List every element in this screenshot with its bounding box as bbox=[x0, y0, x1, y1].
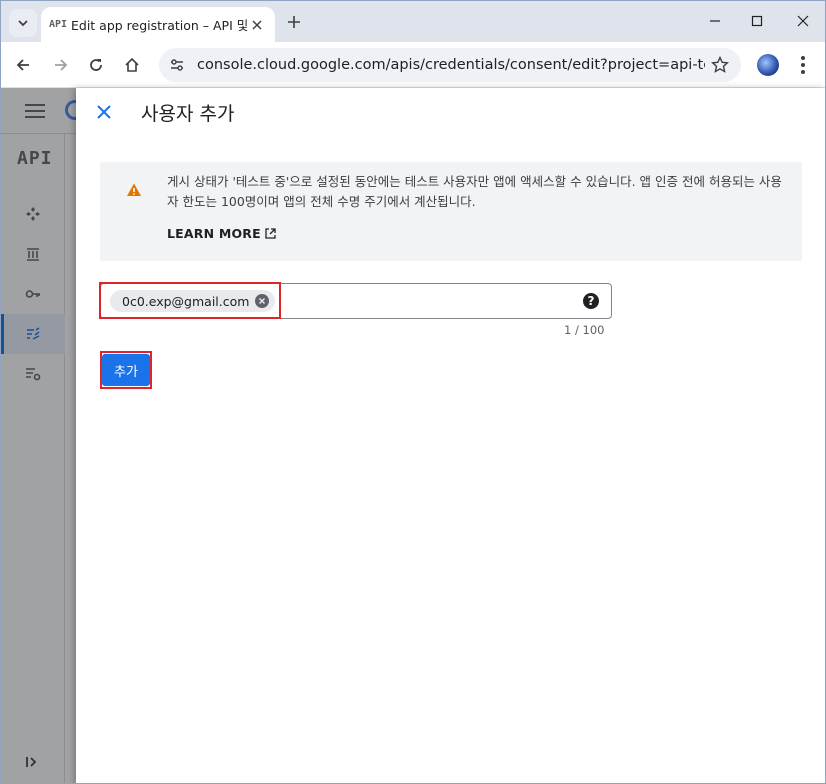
user-counter: 1 / 100 bbox=[564, 323, 605, 337]
tab-title: Edit app registration – API 및 bbox=[71, 18, 249, 33]
panel-title: 사용자 추가 bbox=[141, 103, 235, 125]
home-button[interactable] bbox=[120, 53, 144, 77]
warning-icon bbox=[127, 183, 141, 196]
back-button[interactable] bbox=[11, 53, 35, 77]
add-users-panel: 사용자 추가 게시 상태가 '테스트 중'으로 설정된 동안에는 테스트 사용자… bbox=[76, 88, 825, 783]
minimize-button[interactable] bbox=[695, 9, 735, 33]
home-icon bbox=[125, 57, 139, 72]
open-in-new-icon bbox=[265, 228, 276, 239]
forward-button[interactable] bbox=[49, 53, 73, 77]
profile-avatar[interactable] bbox=[757, 54, 779, 76]
alert-text: 게시 상태가 '테스트 중'으로 설정된 동안에는 테스트 사용자만 앱에 액세… bbox=[167, 174, 782, 209]
tab-close-button[interactable] bbox=[249, 17, 265, 33]
tab-strip: API Edit app registration – API 및 bbox=[1, 1, 825, 42]
testing-warning-alert: 게시 상태가 '테스트 중'으로 설정된 동안에는 테스트 사용자만 앱에 액세… bbox=[100, 162, 802, 261]
bookmark-star-icon[interactable] bbox=[711, 56, 729, 74]
tune-icon bbox=[171, 59, 183, 71]
maximize-icon bbox=[751, 15, 763, 27]
add-button-highlight-box bbox=[100, 351, 152, 389]
learn-more-link[interactable]: LEARN MORE bbox=[167, 226, 276, 241]
reload-button[interactable] bbox=[84, 53, 108, 77]
url-text: console.cloud.google.com/apis/credential… bbox=[197, 57, 705, 73]
learn-more-label: LEARN MORE bbox=[167, 226, 261, 241]
close-icon bbox=[97, 105, 111, 119]
panel-close-button[interactable] bbox=[92, 100, 116, 124]
tab-active[interactable]: API Edit app registration – API 및 bbox=[41, 7, 275, 42]
browser-menu-icon[interactable] bbox=[795, 54, 811, 76]
close-icon bbox=[797, 15, 809, 27]
reload-icon bbox=[90, 59, 102, 71]
help-icon[interactable]: ? bbox=[583, 293, 599, 309]
new-tab-button[interactable] bbox=[283, 11, 305, 33]
tab-search-button[interactable] bbox=[9, 9, 37, 37]
arrow-left-icon bbox=[16, 59, 29, 71]
close-icon bbox=[252, 20, 262, 30]
browser-toolbar: console.cloud.google.com/apis/credential… bbox=[1, 42, 825, 88]
window-close-button[interactable] bbox=[783, 9, 823, 33]
chip-highlight-box bbox=[99, 282, 281, 319]
site-info-button[interactable] bbox=[167, 55, 187, 75]
minimize-icon bbox=[710, 20, 720, 22]
api-favicon-icon: API bbox=[49, 19, 68, 30]
arrow-right-icon bbox=[55, 59, 68, 71]
panel-header: 사용자 추가 bbox=[76, 88, 825, 136]
maximize-button[interactable] bbox=[737, 9, 777, 33]
plus-icon bbox=[288, 16, 300, 28]
address-bar[interactable]: console.cloud.google.com/apis/credential… bbox=[159, 48, 741, 82]
browser-window: API Edit app registration – API 및 consol… bbox=[0, 0, 826, 784]
chevron-down-icon bbox=[18, 20, 28, 27]
